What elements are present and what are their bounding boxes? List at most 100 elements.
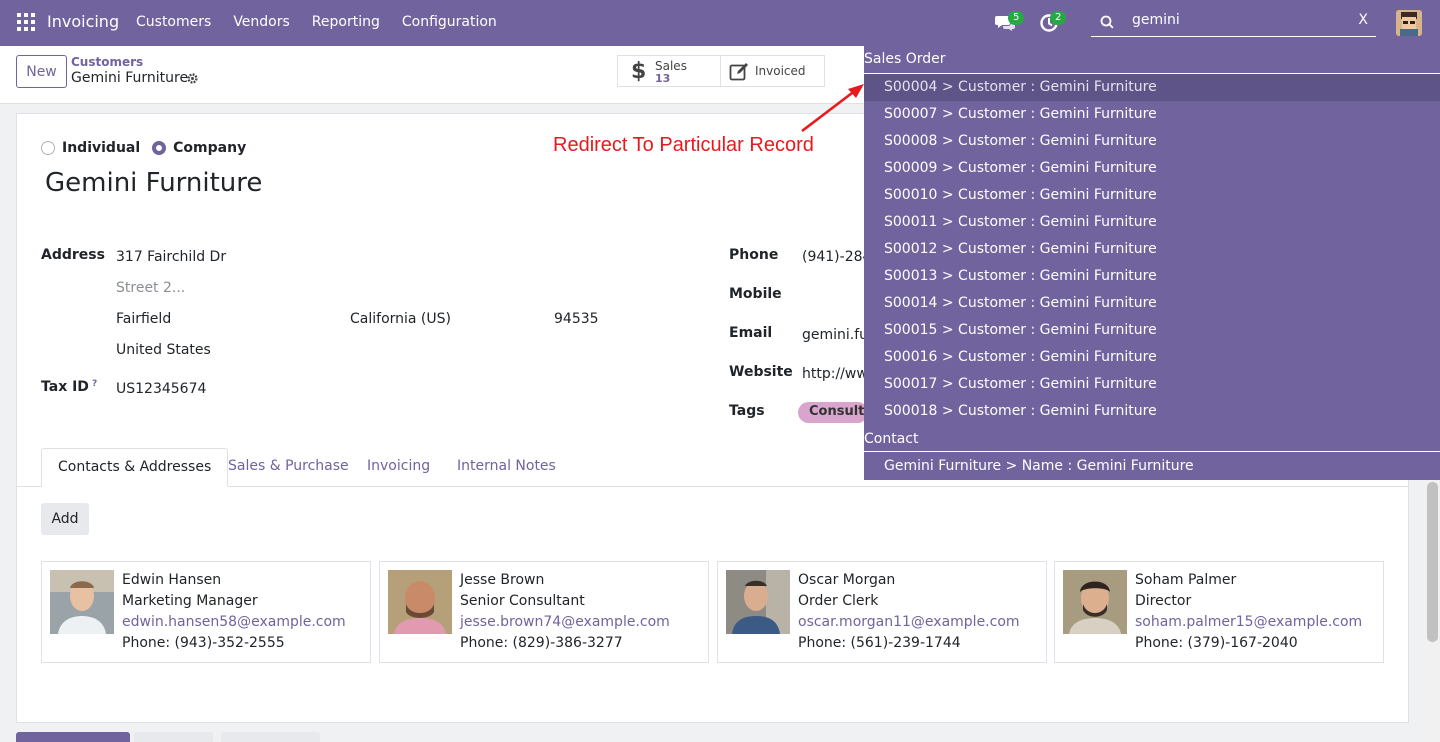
contact-phone: Phone: (829)-386-3277: [460, 635, 623, 651]
contact-job-title: Senior Consultant: [460, 593, 585, 609]
new-button[interactable]: New: [16, 55, 67, 88]
contact-job-title: Order Clerk: [798, 593, 879, 609]
tab-invoicing[interactable]: Invoicing: [351, 448, 446, 487]
sales-smart-button[interactable]: $ Sales 13: [617, 55, 721, 87]
state-field[interactable]: California (US): [350, 311, 451, 327]
search-result-item[interactable]: S00013 > Customer : Gemini Furniture: [864, 263, 1440, 290]
app-name[interactable]: Invoicing: [47, 12, 119, 31]
contact-card[interactable]: Edwin Hansen Marketing Manager edwin.han…: [41, 561, 371, 663]
street2-field[interactable]: Street 2...: [116, 280, 185, 296]
top-navbar: Invoicing Customers Vendors Reporting Co…: [0, 0, 1440, 46]
tag-badge[interactable]: Consultin: [798, 402, 868, 423]
chatter-log-note-button[interactable]: [134, 732, 213, 742]
clear-search-button[interactable]: X: [1358, 12, 1368, 28]
city-field[interactable]: Fairfield: [116, 311, 171, 327]
search-result-item[interactable]: S00016 > Customer : Gemini Furniture: [864, 344, 1440, 371]
contact-card[interactable]: Jesse Brown Senior Consultant jesse.brow…: [379, 561, 709, 663]
search-result-item[interactable]: Gemini Furniture > Name : Gemini Furnitu…: [864, 453, 1440, 480]
contact-email-link[interactable]: oscar.morgan11@example.com: [798, 614, 1020, 630]
contact-name: Jesse Brown: [460, 572, 545, 588]
email-label: Email: [729, 325, 773, 341]
radio-individual[interactable]: [41, 141, 55, 155]
search-result-item[interactable]: S00018 > Customer : Gemini Furniture: [864, 398, 1440, 425]
street-field[interactable]: 317 Fairchild Dr: [116, 249, 226, 265]
search-bar[interactable]: gemini X: [1091, 8, 1376, 37]
website-label: Website: [729, 364, 793, 380]
help-icon[interactable]: ?: [92, 379, 97, 389]
contact-name: Edwin Hansen: [122, 572, 222, 588]
tab-internal-notes[interactable]: Internal Notes: [441, 448, 572, 487]
contact-card[interactable]: Oscar Morgan Order Clerk oscar.morgan11@…: [717, 561, 1047, 663]
menu-item-vendors[interactable]: Vendors: [233, 14, 289, 30]
search-input[interactable]: gemini: [1132, 12, 1180, 28]
contact-name: Soham Palmer: [1135, 572, 1237, 588]
contact-job-title: Marketing Manager: [122, 593, 258, 609]
contact-photo: [1063, 570, 1127, 634]
contact-email-link[interactable]: jesse.brown74@example.com: [460, 614, 670, 630]
phone-label: Phone: [729, 247, 779, 263]
search-result-item[interactable]: S00014 > Customer : Gemini Furniture: [864, 290, 1440, 317]
contact-photo: [726, 570, 790, 634]
chat-count-badge: 5: [1008, 11, 1025, 25]
search-result-item[interactable]: S00004 > Customer : Gemini Furniture: [864, 74, 1440, 101]
address-label: Address: [41, 247, 105, 263]
menu-item-reporting[interactable]: Reporting: [312, 14, 380, 30]
contact-card[interactable]: Soham Palmer Director soham.palmer15@exa…: [1054, 561, 1384, 663]
tab-sales-purchase[interactable]: Sales & Purchase: [212, 448, 365, 487]
search-result-item[interactable]: S00015 > Customer : Gemini Furniture: [864, 317, 1440, 344]
group-header-sales-order: Sales Order: [864, 51, 946, 67]
country-field[interactable]: United States: [116, 342, 211, 358]
contact-photo: [50, 570, 114, 634]
scrollbar-thumb[interactable]: [1427, 482, 1438, 642]
breadcrumb-customers[interactable]: Customers: [71, 55, 143, 69]
contact-phone: Phone: (379)-167-2040: [1135, 635, 1298, 651]
sales-count: 13: [655, 72, 671, 85]
chatter-activities-button[interactable]: [221, 732, 320, 742]
activity-count-badge: 2: [1050, 11, 1067, 25]
company-type-selector: Individual Company: [41, 140, 258, 156]
contact-phone: Phone: (943)-352-2555: [122, 635, 285, 651]
zip-field[interactable]: 94535: [554, 311, 599, 327]
gear-icon[interactable]: [186, 72, 199, 85]
tags-label: Tags: [729, 403, 765, 419]
partner-name-field[interactable]: Gemini Furniture: [45, 168, 262, 198]
group-divider: [864, 451, 1440, 452]
search-result-item[interactable]: S00011 > Customer : Gemini Furniture: [864, 209, 1440, 236]
tax-id-field[interactable]: US12345674: [116, 381, 206, 397]
tax-id-label: Tax ID?: [41, 379, 97, 395]
contact-phone: Phone: (561)-239-1744: [798, 635, 961, 651]
page-scrollbar[interactable]: [1425, 480, 1440, 742]
user-avatar[interactable]: [1396, 10, 1422, 36]
dollar-icon: $: [631, 59, 647, 84]
menu-item-customers[interactable]: Customers: [136, 14, 211, 30]
breadcrumb-current: Gemini Furniture: [71, 70, 189, 86]
search-result-item[interactable]: S00008 > Customer : Gemini Furniture: [864, 128, 1440, 155]
search-icon: [1100, 15, 1114, 29]
contact-job-title: Director: [1135, 593, 1192, 609]
search-result-item[interactable]: S00010 > Customer : Gemini Furniture: [864, 182, 1440, 209]
mobile-label: Mobile: [729, 286, 782, 302]
search-result-item[interactable]: S00007 > Customer : Gemini Furniture: [864, 101, 1440, 128]
chatter-send-message-button[interactable]: [16, 732, 130, 742]
radio-company-label[interactable]: Company: [173, 140, 246, 156]
radio-company[interactable]: [152, 141, 167, 155]
search-result-item[interactable]: S00012 > Customer : Gemini Furniture: [864, 236, 1440, 263]
tax-id-label-text: Tax ID: [41, 379, 89, 395]
contact-email-link[interactable]: soham.palmer15@example.com: [1135, 614, 1362, 630]
search-result-item[interactable]: S00017 > Customer : Gemini Furniture: [864, 371, 1440, 398]
add-contact-button[interactable]: Add: [41, 503, 89, 535]
website-field[interactable]: http://ww: [802, 366, 868, 382]
search-result-item[interactable]: S00009 > Customer : Gemini Furniture: [864, 155, 1440, 182]
invoiced-label: Invoiced: [755, 64, 806, 78]
contact-email-link[interactable]: edwin.hansen58@example.com: [122, 614, 346, 630]
radio-individual-label[interactable]: Individual: [62, 140, 140, 156]
annotation-arrow: [801, 84, 864, 133]
contact-name: Oscar Morgan: [798, 572, 896, 588]
group-header-contact: Contact: [864, 431, 919, 447]
apps-grid-icon[interactable]: [17, 13, 35, 31]
edit-icon: [729, 63, 748, 81]
phone-field[interactable]: (941)-284: [802, 249, 871, 265]
contact-photo: [388, 570, 452, 634]
menu-item-configuration[interactable]: Configuration: [402, 14, 497, 30]
tab-contacts-addresses[interactable]: Contacts & Addresses: [41, 448, 229, 487]
